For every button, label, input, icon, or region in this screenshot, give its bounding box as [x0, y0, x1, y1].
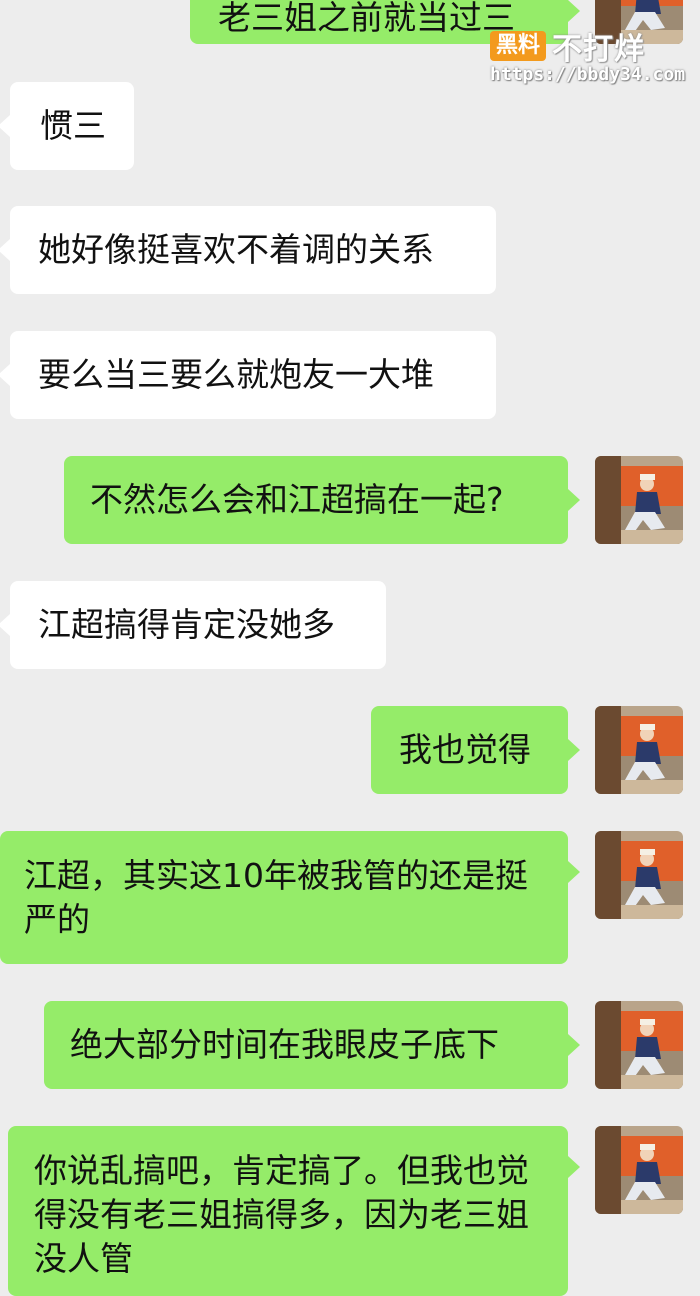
message-text: 江超，其实这10年被我管的还是挺严的 [24, 855, 528, 939]
user-photo-avatar-icon [595, 456, 683, 544]
avatar[interactable] [595, 706, 683, 794]
incoming-message-bubble[interactable]: 惯三 [0, 82, 134, 170]
message-text: 她好像挺喜欢不着调的关系 [38, 230, 434, 269]
message-text: 江超搞得肯定没她多 [38, 605, 335, 644]
message-text: 不然怎么会和江超搞在一起? [90, 480, 504, 519]
watermark-brand-row: 黑料 不打烊 [490, 28, 645, 67]
avatar[interactable] [595, 1001, 683, 1089]
message-text: 我也觉得 [399, 730, 531, 769]
message-text: 要么当三要么就炮友一大堆 [38, 355, 434, 394]
watermark: 黑料 不打烊 https://bbdy34.com [490, 28, 695, 90]
outgoing-message-bubble[interactable]: 绝大部分时间在我眼皮子底下 [44, 1001, 580, 1089]
incoming-message-bubble[interactable]: 江超搞得肯定没她多 [0, 581, 386, 669]
user-photo-avatar-icon [595, 706, 683, 794]
watermark-brand: 不打烊 [552, 32, 646, 67]
chat-history[interactable]: 老三姐之前就当过三 惯三 她好像挺喜欢不着调的关系 要么当三要么就炮友一大堆 不… [0, 0, 700, 1296]
message-text: 老三姐之前就当过三 [218, 0, 515, 37]
outgoing-message-bubble[interactable]: 江超，其实这10年被我管的还是挺严的 [0, 831, 580, 964]
user-photo-avatar-icon [595, 1126, 683, 1214]
watermark-badge: 黑料 [490, 31, 547, 61]
incoming-message-bubble[interactable]: 要么当三要么就炮友一大堆 [0, 331, 496, 419]
avatar[interactable] [595, 831, 683, 919]
message-text: 惯三 [40, 106, 106, 145]
user-photo-avatar-icon [595, 1001, 683, 1089]
outgoing-message-bubble[interactable]: 我也觉得 [371, 706, 580, 794]
avatar[interactable] [595, 456, 683, 544]
outgoing-message-bubble[interactable]: 你说乱搞吧，肯定搞了。但我也觉得没有老三姐搞得多，因为老三姐没人管 [8, 1126, 580, 1296]
incoming-message-bubble[interactable]: 她好像挺喜欢不着调的关系 [0, 206, 496, 294]
message-text: 绝大部分时间在我眼皮子底下 [70, 1025, 499, 1064]
avatar[interactable] [595, 1126, 683, 1214]
outgoing-message-bubble[interactable]: 不然怎么会和江超搞在一起? [64, 456, 580, 544]
message-text: 你说乱搞吧，肯定搞了。但我也觉得没有老三姐搞得多，因为老三姐没人管 [34, 1151, 529, 1278]
user-photo-avatar-icon [595, 831, 683, 919]
watermark-url: https://bbdy34.com [490, 64, 686, 85]
